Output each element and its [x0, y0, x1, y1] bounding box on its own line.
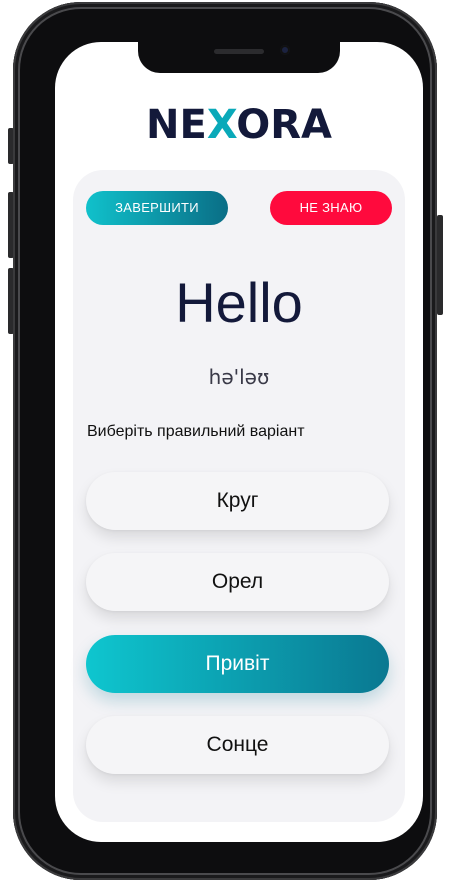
answer-option-selected[interactable]: Привіт: [86, 635, 389, 693]
notch: [138, 42, 340, 73]
stage: NEXORA ЗАВЕРШИТИ НЕ ЗНАЮ Hello hə'ləʊ Ви…: [0, 0, 452, 883]
dont-know-button[interactable]: НЕ ЗНАЮ: [270, 191, 392, 225]
front-camera: [280, 45, 290, 55]
quiz-word: Hello: [175, 271, 303, 334]
logo-prefix: NE: [146, 102, 207, 148]
quiz-card: ЗАВЕРШИТИ НЕ ЗНАЮ Hello hə'ləʊ Виберіть …: [73, 170, 405, 822]
app-logo: NEXORA: [55, 102, 423, 148]
word-transcription: hə'ləʊ: [208, 365, 270, 389]
power-button: [437, 215, 443, 315]
choose-prompt: Виберіть правильний варіант: [87, 423, 305, 440]
answer-option[interactable]: Сонце: [86, 716, 389, 774]
answer-option[interactable]: Круг: [86, 472, 389, 530]
phone-screen: NEXORA ЗАВЕРШИТИ НЕ ЗНАЮ Hello hə'ləʊ Ви…: [55, 42, 423, 842]
logo-x: X: [206, 102, 237, 148]
logo-suffix: ORA: [236, 102, 332, 148]
speaker-grille: [214, 49, 264, 54]
finish-button[interactable]: ЗАВЕРШИТИ: [86, 191, 228, 225]
phone-frame: NEXORA ЗАВЕРШИТИ НЕ ЗНАЮ Hello hə'ləʊ Ви…: [13, 2, 437, 880]
answer-option[interactable]: Орел: [86, 553, 389, 611]
